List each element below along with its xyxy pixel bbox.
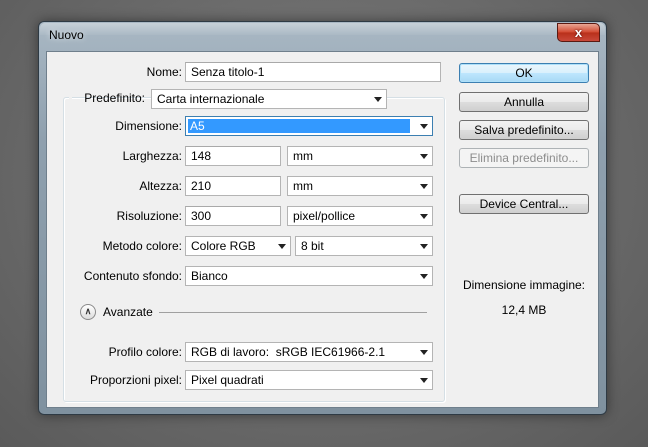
collapse-chevrons-icon[interactable]: ∧ [80,304,96,320]
predefinito-dropdown[interactable]: Carta internazionale [151,89,387,109]
nome-input[interactable]: Senza titolo-1 [185,62,441,82]
risoluzione-label: Risoluzione: [116,209,182,223]
dimensione-immagine-value: 12,4 MB [501,303,547,317]
chevron-down-icon [420,378,428,383]
chevron-down-icon [374,97,382,102]
risoluzione-unit-dropdown[interactable]: pixel/pollice [287,206,433,226]
chevron-down-icon [420,214,428,219]
close-icon: x [574,25,583,40]
larghezza-unit-value: mm [293,149,313,163]
bit-depth-dropdown[interactable]: 8 bit [295,236,433,256]
dialog-title: Nuovo [49,28,84,42]
larghezza-label: Larghezza: [122,149,182,163]
contenuto-sfondo-value: Bianco [191,269,228,283]
chevron-down-icon [420,244,428,249]
contenuto-sfondo-dropdown[interactable]: Bianco [185,266,433,286]
risoluzione-input[interactable]: 300 [185,206,281,226]
metodo-colore-dropdown[interactable]: Colore RGB [185,236,291,256]
contenuto-sfondo-label: Contenuto sfondo: [83,269,182,283]
metodo-colore-value: Colore RGB [191,239,256,253]
close-button[interactable]: x [557,23,600,42]
dialog-window: Nuovo x Nome: Senza titolo-1 Predefinito… [38,21,607,415]
dimensione-dropdown[interactable]: A5 [185,116,433,136]
predefinito-label: Predefinito: [84,91,145,105]
avanzate-divider [159,312,427,313]
chevron-down-icon [420,274,428,279]
altezza-input[interactable]: 210 [185,176,281,196]
dimensione-immagine-label: Dimensione immagine: [462,278,586,292]
dimensione-label: Dimensione: [115,119,182,133]
titlebar[interactable] [40,23,605,35]
profilo-colore-value: RGB di lavoro: sRGB IEC61966-2.1 [191,345,386,359]
chevron-down-icon [420,124,428,129]
dimensione-value: A5 [188,119,410,133]
risoluzione-unit-value: pixel/pollice [293,209,356,223]
annulla-button[interactable]: Annulla [459,92,589,112]
salva-predefinito-button[interactable]: Salva predefinito... [459,120,589,140]
altezza-unit-value: mm [293,179,313,193]
larghezza-unit-dropdown[interactable]: mm [287,146,433,166]
chevron-down-icon [420,184,428,189]
larghezza-input[interactable]: 148 [185,146,281,166]
dialog-client-area: Nome: Senza titolo-1 Predefinito: Carta … [46,51,599,408]
ok-button[interactable]: OK [459,63,589,83]
chevron-down-icon [420,154,428,159]
altezza-label: Altezza: [139,179,182,193]
chevron-down-icon [278,244,286,249]
proporzioni-pixel-value: Pixel quadrati [191,373,264,387]
predefinito-value: Carta internazionale [157,92,265,106]
altezza-unit-dropdown[interactable]: mm [287,176,433,196]
chevron-down-icon [420,350,428,355]
avanzate-label[interactable]: Avanzate [103,305,153,319]
bit-depth-value: 8 bit [301,239,324,253]
profilo-colore-label: Profilo colore: [108,345,182,359]
metodo-colore-label: Metodo colore: [102,239,182,253]
nome-label: Nome: [146,65,182,79]
proporzioni-pixel-dropdown[interactable]: Pixel quadrati [185,370,433,390]
device-central-button[interactable]: Device Central... [459,194,589,214]
profilo-colore-dropdown[interactable]: RGB di lavoro: sRGB IEC61966-2.1 [185,342,433,362]
elimina-predefinito-button[interactable]: Elimina predefinito... [459,148,589,168]
predefinito-legend: Predefinito: [69,88,145,110]
proporzioni-pixel-label: Proporzioni pixel: [89,373,182,387]
